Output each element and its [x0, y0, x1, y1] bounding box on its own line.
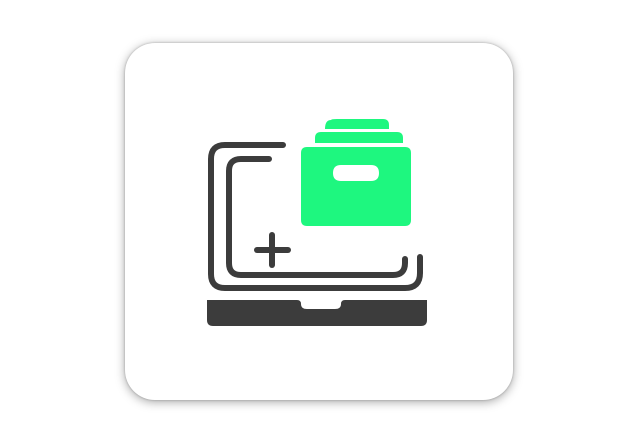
- icon-card: [125, 43, 513, 400]
- archive-tab-top: [325, 119, 389, 129]
- archive-box: [301, 147, 411, 226]
- archive-tab-middle: [315, 132, 403, 143]
- laptop-archive-add-icon: [207, 119, 427, 326]
- laptop-base: [207, 300, 427, 326]
- canvas: [0, 0, 636, 444]
- plus-icon: [254, 232, 291, 268]
